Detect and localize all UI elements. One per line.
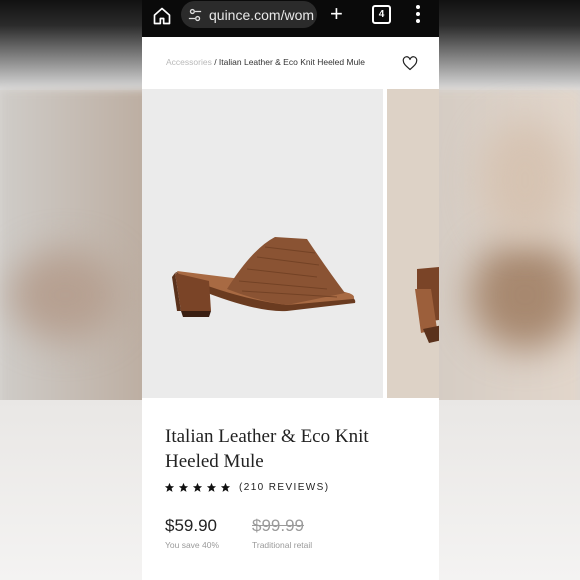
address-bar[interactable]: quince.com/wom	[181, 1, 317, 28]
plus-icon[interactable]: +	[330, 3, 343, 25]
tab-switcher-icon[interactable]: 4	[372, 5, 391, 24]
home-icon[interactable]	[152, 6, 172, 26]
product-image-main[interactable]	[142, 89, 383, 398]
product-title: Italian Leather & Eco Knit Heeled Mule	[165, 426, 369, 472]
star-icon	[164, 482, 175, 492]
star-rating	[164, 482, 231, 493]
breadcrumb-current: Italian Leather & Eco Knit Heeled Mule	[218, 57, 365, 67]
breadcrumb: Accessories / Italian Leather & Eco Knit…	[166, 57, 365, 67]
reviews-link[interactable]: (210 REVIEWS)	[239, 482, 329, 493]
heart-icon[interactable]	[402, 56, 418, 71]
product-image-next[interactable]	[387, 89, 439, 398]
retail-label: Traditional retail	[252, 540, 313, 550]
savings-note: You save 40%	[165, 540, 220, 550]
star-icon	[206, 482, 217, 492]
tune-icon[interactable]	[188, 8, 202, 22]
retail-price: $99.99	[252, 516, 304, 535]
star-icon	[192, 482, 203, 492]
product-image-carousel[interactable]	[142, 89, 439, 398]
browser-toolbar: quince.com/wom + 4	[142, 0, 439, 37]
more-vert-icon[interactable]	[416, 5, 420, 23]
mule-shoe-image-partial	[415, 267, 439, 343]
product-rating: (210 REVIEWS)	[164, 482, 329, 493]
star-icon	[220, 482, 231, 492]
url-text[interactable]: quince.com/wom	[209, 7, 314, 23]
phone-screen: quince.com/wom + 4 Accessories / Italian…	[142, 0, 439, 580]
breadcrumb-accessories-link[interactable]: Accessories	[166, 57, 212, 67]
breadcrumb-separator: /	[211, 57, 219, 67]
mule-shoe-image	[172, 237, 356, 317]
sale-price: $59.90	[165, 516, 217, 535]
star-icon	[178, 482, 189, 492]
